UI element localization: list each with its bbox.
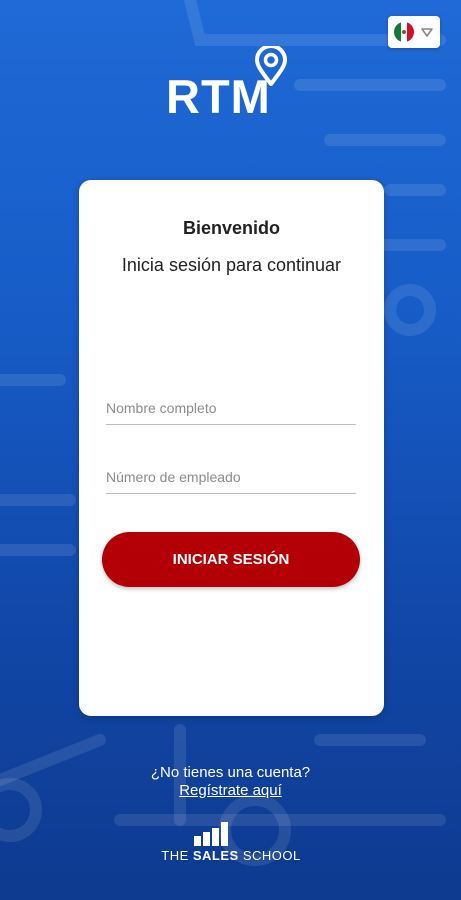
app-logo: RTM <box>166 46 296 126</box>
employee-number-input[interactable] <box>106 460 356 494</box>
footer-brand-text: THE SALES SCHOOL <box>161 848 301 863</box>
bar-chart-logo-icon <box>194 822 228 846</box>
welcome-title: Bienvenido <box>182 218 280 238</box>
sales-school-logo: THE SALES SCHOOL <box>160 822 302 872</box>
full-name-input[interactable] <box>106 391 356 425</box>
login-button[interactable]: INICIAR SESIÓN <box>102 532 360 587</box>
register-link[interactable]: Regístrate aquí <box>0 782 461 799</box>
location-pin-icon <box>254 46 288 86</box>
welcome-subtitle: Inicia sesión para continuar <box>121 255 342 275</box>
login-card: Bienvenido Inicia sesión para continuar … <box>79 180 384 716</box>
mexico-flag-icon <box>394 22 414 42</box>
chevron-down-icon <box>421 28 433 37</box>
language-selector[interactable] <box>388 16 440 48</box>
no-account-text: ¿No tienes una cuenta? <box>150 764 311 781</box>
